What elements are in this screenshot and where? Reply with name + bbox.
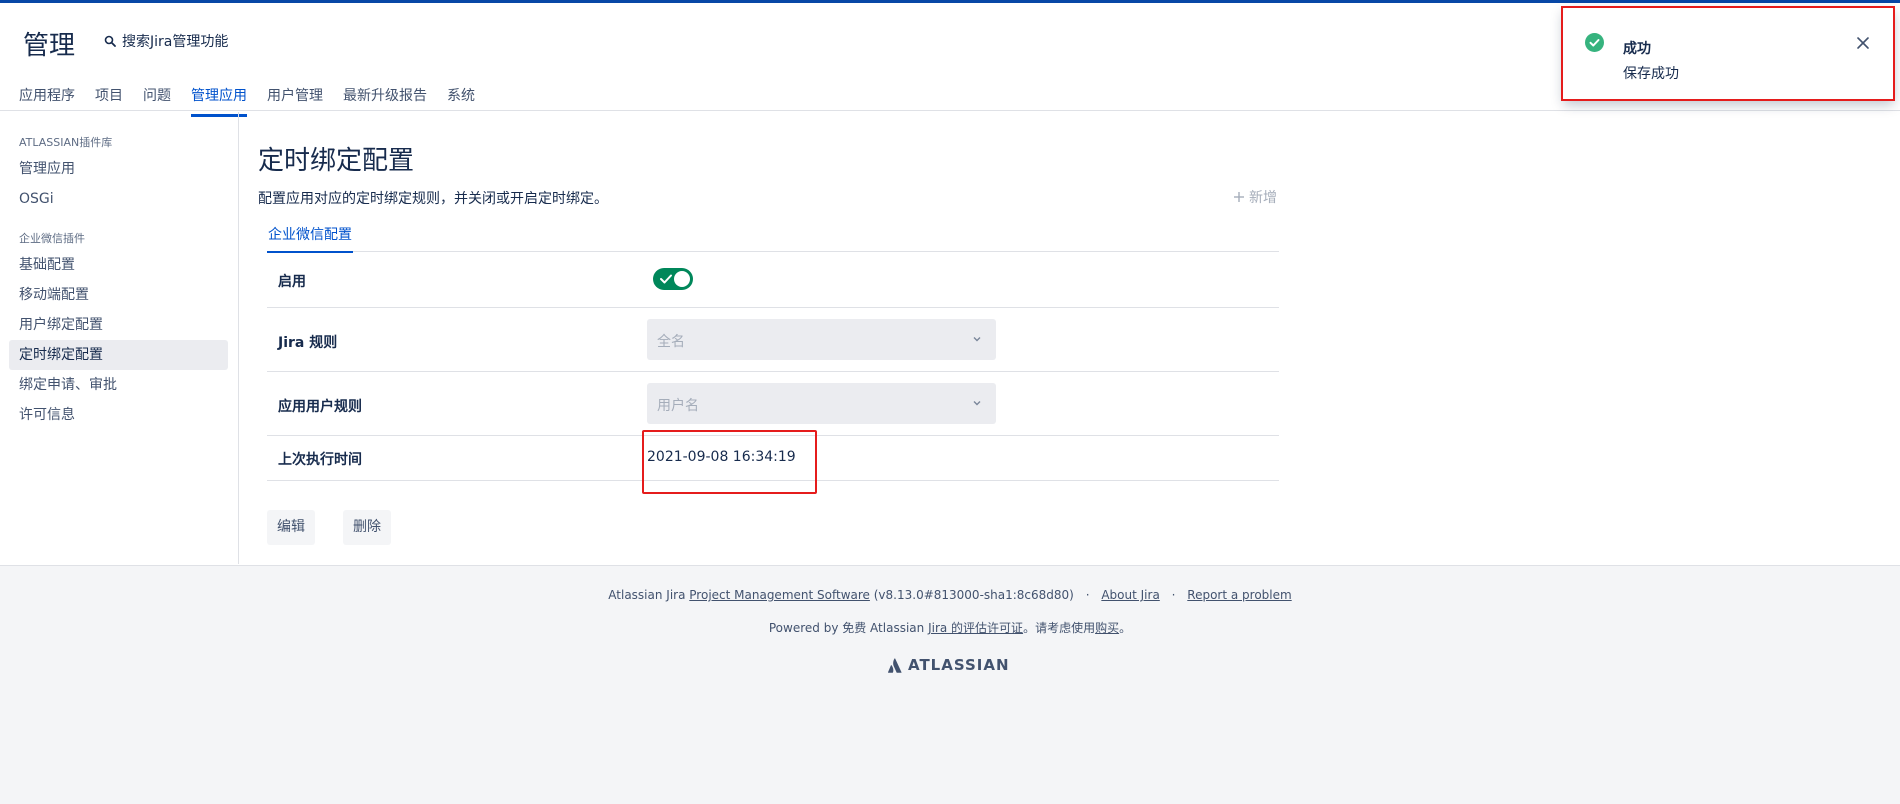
sidebar: ATLASSIAN插件库 管理应用 OSGi 企业微信插件 基础配置 移动端配置… [0, 112, 239, 564]
plus-icon [1234, 192, 1244, 202]
edit-button[interactable]: 编辑 [267, 510, 315, 545]
flag-body: 保存成功 [1623, 66, 1679, 82]
atlassian-logo-icon [887, 657, 902, 673]
atlassian-logo[interactable]: ATLASSIAN [887, 656, 1010, 674]
flag-title: 成功 [1623, 41, 1651, 57]
jira-rule-placeholder: 全名 [657, 334, 685, 350]
footer-separator: · [1171, 588, 1176, 602]
app-user-rule-label: 应用用户规则 [278, 399, 362, 415]
footer-product-prefix: Atlassian Jira [608, 588, 686, 602]
search-admin-label: 搜索Jira管理功能 [122, 34, 229, 50]
footer-about-link[interactable]: About Jira [1101, 588, 1159, 602]
tab-wecom-config[interactable]: 企业微信配置 [267, 224, 353, 253]
footer-purchase-prefix: 。请考虑使用 [1023, 621, 1096, 635]
page-title: 定时绑定配置 [258, 146, 415, 176]
check-icon [660, 274, 672, 284]
row-jira-rule: Jira 规则 全名 [267, 308, 1279, 372]
last-run-label: 上次执行时间 [278, 452, 362, 468]
app-user-rule-select[interactable]: 用户名 [647, 383, 996, 424]
sidebar-item-mobile-config[interactable]: 移动端配置 [9, 280, 228, 310]
chevron-down-icon [973, 401, 981, 406]
add-label: 新增 [1249, 190, 1277, 206]
sidebar-heading: 企业微信插件 [19, 232, 85, 245]
jira-rule-label: Jira 规则 [278, 335, 338, 351]
main-content: 定时绑定配置 配置应用对应的定时绑定规则，并关闭或开启定时绑定。 新增 企业微信… [258, 112, 1288, 564]
row-last-run: 上次执行时间 2021-09-08 16:34:19 [267, 430, 1279, 494]
sidebar-item-osgi[interactable]: OSGi [9, 184, 228, 214]
check-circle-icon [1585, 33, 1604, 52]
chevron-down-icon [973, 337, 981, 342]
close-icon[interactable] [1856, 36, 1870, 50]
footer-product-link[interactable]: Project Management Software [689, 588, 870, 602]
admin-title: 管理 [23, 31, 76, 61]
atlassian-logo-text: ATLASSIAN [908, 656, 1010, 674]
search-icon [104, 35, 116, 47]
footer-product-line: Atlassian Jira Project Management Softwa… [0, 588, 1900, 602]
sidebar-item-manage-apps[interactable]: 管理应用 [9, 154, 228, 184]
success-flag: 成功 保存成功 [1563, 8, 1894, 101]
sidebar-item-user-binding[interactable]: 用户绑定配置 [9, 310, 228, 340]
footer-separator: · [1085, 588, 1090, 602]
last-run-value: 2021-09-08 16:34:19 [647, 449, 796, 465]
search-admin-link[interactable]: 搜索Jira管理功能 [104, 31, 228, 51]
footer-license-link[interactable]: Jira 的评估许可证 [928, 621, 1023, 635]
add-button[interactable]: 新增 [1233, 187, 1277, 207]
toggle-knob [674, 271, 690, 287]
sidebar-heading: ATLASSIAN插件库 [19, 136, 113, 149]
sidebar-group-wecom: 企业微信插件 基础配置 移动端配置 用户绑定配置 定时绑定配置 绑定申请、审批 … [0, 230, 238, 430]
sidebar-group-atlassian: ATLASSIAN插件库 管理应用 OSGi [0, 134, 238, 214]
footer-version: (v8.13.0#813000-sha1:8c68d80) [873, 588, 1074, 602]
app-user-rule-placeholder: 用户名 [657, 398, 699, 414]
sidebar-item-scheduled-binding[interactable]: 定时绑定配置 [9, 340, 228, 370]
delete-button[interactable]: 删除 [343, 510, 391, 545]
footer-purchase-link[interactable]: 购买 [1095, 621, 1119, 635]
footer-powered-line: Powered by 免费 Atlassian Jira 的评估许可证。请考虑使… [0, 619, 1900, 636]
sidebar-item-binding-approval[interactable]: 绑定申请、审批 [9, 370, 228, 400]
footer-purchase-suffix: 。 [1119, 621, 1132, 635]
enable-toggle[interactable] [653, 268, 693, 290]
footer-powered-prefix: Powered by 免费 Atlassian [768, 621, 925, 635]
page-description: 配置应用对应的定时绑定规则，并关闭或开启定时绑定。 [258, 191, 608, 207]
footer: Atlassian Jira Project Management Softwa… [0, 565, 1900, 804]
row-enable: 启用 [267, 252, 1279, 308]
footer-report-link[interactable]: Report a problem [1187, 588, 1291, 602]
jira-rule-select[interactable]: 全名 [647, 319, 996, 360]
config-table: 启用 Jira 规则 全名 应用用户规则 用户名 上次执行时间 2021-09-… [267, 252, 1279, 494]
sidebar-item-license[interactable]: 许可信息 [9, 400, 228, 430]
tab-bar: 企业微信配置 [267, 224, 1279, 253]
row-app-user-rule: 应用用户规则 用户名 [267, 372, 1279, 436]
sidebar-item-basic-config[interactable]: 基础配置 [9, 250, 228, 280]
enable-label: 启用 [278, 274, 306, 290]
